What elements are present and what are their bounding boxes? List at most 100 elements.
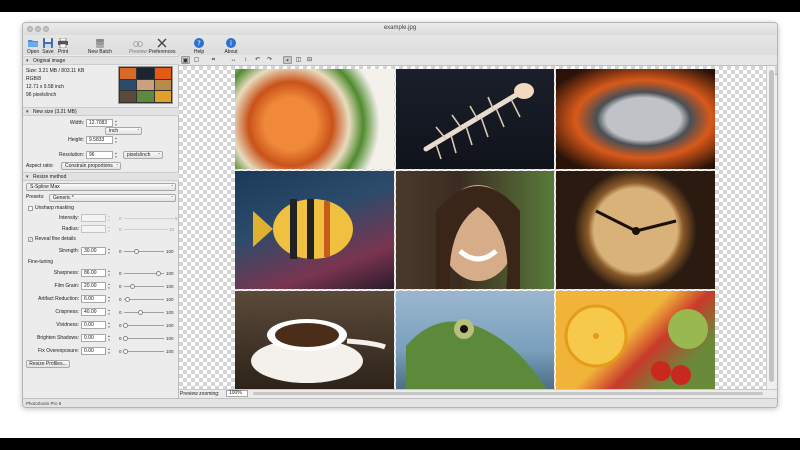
intensity-label: Intensity: [58, 215, 79, 221]
width-field[interactable]: 12.7083 [86, 119, 113, 127]
radius-field[interactable] [81, 225, 106, 233]
original-image-section[interactable]: ▾ Original image [23, 56, 179, 65]
preview-button[interactable]: Preview [127, 38, 149, 55]
artifact-stepper[interactable]: ▴ ▾ [107, 295, 111, 303]
aspect-select[interactable]: Constrain proportions ⌃ [61, 162, 121, 170]
sharpness-stepper[interactable]: ▴ ▾ [107, 269, 111, 277]
filmgrain-field[interactable]: 20.00 [81, 282, 106, 290]
unit-select[interactable]: inch ⌃ [105, 127, 142, 135]
intensity-stepper[interactable]: ▴ ▾ [107, 214, 111, 222]
radius-row: Radius: ▴ ▾ 0 10 [23, 225, 179, 234]
artifact-min: 0 [119, 297, 122, 302]
artifact-slider-knob[interactable] [125, 297, 130, 302]
rotate-right-icon[interactable]: ↷ [265, 56, 274, 64]
single-view-icon[interactable]: ▪ [283, 56, 292, 64]
resolution-stepper[interactable]: ▴ ▾ [114, 151, 118, 159]
new-batch-button[interactable]: New Batch [86, 38, 114, 55]
strength-slider-knob[interactable] [134, 249, 139, 254]
filmgrain-stepper[interactable]: ▴ ▾ [107, 282, 111, 290]
resolution-field[interactable]: 96 [86, 151, 113, 159]
vividness-slider-knob[interactable] [123, 323, 128, 328]
disclosure-triangle-icon: ▾ [26, 58, 29, 64]
horizontal-scrollbar[interactable] [253, 392, 763, 395]
resize-method-select[interactable]: S-Spline Max ⌃ [26, 183, 176, 191]
vividness-field[interactable]: 0.00 [81, 321, 106, 329]
sharpness-field[interactable]: 86.00 [81, 269, 106, 277]
about-button[interactable]: i About [223, 38, 239, 55]
crispness-stepper[interactable]: ▴ ▾ [107, 308, 111, 316]
vertical-scrollbar-thumb[interactable] [769, 70, 774, 382]
chevron-down-icon: ⌃ [157, 152, 161, 157]
filmgrain-slider[interactable] [124, 284, 164, 289]
fixover-slider[interactable] [123, 349, 164, 354]
fixover-field[interactable]: 0.00 [81, 347, 106, 355]
resize-method-section[interactable]: ▾ Resize method [23, 172, 179, 181]
brighten-slider-knob[interactable] [123, 336, 128, 341]
resolution-unit-select[interactable]: pixels/inch ⌃ [123, 151, 163, 159]
height-stepper[interactable]: ▴ ▾ [114, 136, 118, 144]
radius-stepper[interactable]: ▴ ▾ [107, 225, 111, 233]
split-vertical-view-icon[interactable]: ◫ [294, 56, 303, 64]
unsharp-checkbox[interactable] [28, 206, 33, 211]
aspect-label: Aspect ratio: [26, 163, 54, 169]
open-button[interactable]: Open [26, 38, 40, 55]
preferences-button[interactable]: Preferences [147, 38, 177, 55]
folder-open-icon [28, 40, 38, 47]
print-button[interactable]: Print [56, 38, 70, 55]
width-stepper[interactable]: ▴ ▾ [114, 119, 118, 127]
brighten-field[interactable]: 0.00 [81, 334, 106, 342]
crispness-slider-knob[interactable] [138, 310, 143, 315]
status-bar: PhotoZoom Pro 8 [23, 398, 777, 407]
sharpness-slider-knob[interactable] [156, 271, 161, 276]
svg-text:i: i [230, 40, 232, 48]
photo-clock [556, 171, 715, 289]
brighten-stepper[interactable]: ▴ ▾ [107, 334, 111, 342]
intensity-slider[interactable] [124, 218, 174, 219]
filmgrain-slider-knob[interactable] [130, 284, 135, 289]
fit-height-icon[interactable]: ↕ [241, 56, 250, 64]
split-horizontal-view-icon[interactable]: ⊟ [305, 56, 314, 64]
save-button[interactable]: Save [41, 38, 55, 55]
crispness-field[interactable]: 40.00 [81, 308, 106, 316]
select-tool-icon[interactable]: ▣ [181, 56, 190, 64]
radius-min: 0 [119, 227, 122, 232]
photo-smiling-woman [396, 171, 554, 289]
fixover-slider-knob[interactable] [123, 349, 128, 354]
vividness-slider[interactable] [123, 323, 164, 328]
presets-select[interactable]: Generic * ⌃ [49, 194, 176, 202]
vertical-scrollbar[interactable] [766, 66, 775, 389]
strength-field[interactable]: 30.00 [81, 247, 106, 255]
aspect-select-value: Constrain proportions [65, 163, 113, 169]
brighten-max: 100 [166, 336, 174, 341]
radius-slider[interactable] [124, 229, 168, 230]
photo-frog [396, 291, 554, 389]
filmgrain-max: 100 [166, 284, 174, 289]
fixover-stepper[interactable]: ▴ ▾ [107, 347, 111, 355]
fit-width-icon[interactable]: ↔ [229, 56, 238, 64]
zoom-field[interactable]: 100% [226, 390, 248, 397]
unsharp-label: Unsharp masking [35, 205, 74, 211]
original-dimensions: 12.71 x 9.58 inch [26, 84, 65, 90]
aspect-row: Aspect ratio: Constrain proportions ⌃ [23, 162, 179, 171]
crop-tool-icon[interactable]: ⌗ [209, 56, 218, 64]
vividness-stepper[interactable]: ▴ ▾ [107, 321, 111, 329]
height-label: Height: [68, 137, 84, 143]
resolution-row: Resolution: 96 ▴ ▾ pixels/inch ⌃ [23, 151, 179, 160]
help-button[interactable]: ? Help [192, 38, 206, 55]
strength-slider[interactable] [124, 249, 164, 254]
sharpness-slider[interactable] [124, 271, 164, 276]
artifact-slider[interactable] [124, 297, 164, 302]
disclosure-triangle-icon: ▾ [26, 109, 29, 115]
reveal-checkbox[interactable]: ✓ [28, 237, 33, 242]
brighten-slider[interactable] [123, 336, 164, 341]
hand-tool-icon[interactable]: ▢ [192, 56, 201, 64]
rotate-left-icon[interactable]: ↶ [253, 56, 262, 64]
new-size-section[interactable]: ▾ New size (3.21 MB) [23, 107, 179, 116]
resize-profiles-button[interactable]: Resize Profiles... [26, 360, 70, 368]
artifact-max: 100 [166, 297, 174, 302]
height-field[interactable]: 9.5833 [86, 136, 113, 144]
intensity-field[interactable] [81, 214, 106, 222]
artifact-field[interactable]: 6.00 [81, 295, 106, 303]
crispness-slider[interactable] [124, 310, 164, 315]
strength-stepper[interactable]: ▴ ▾ [107, 247, 111, 255]
